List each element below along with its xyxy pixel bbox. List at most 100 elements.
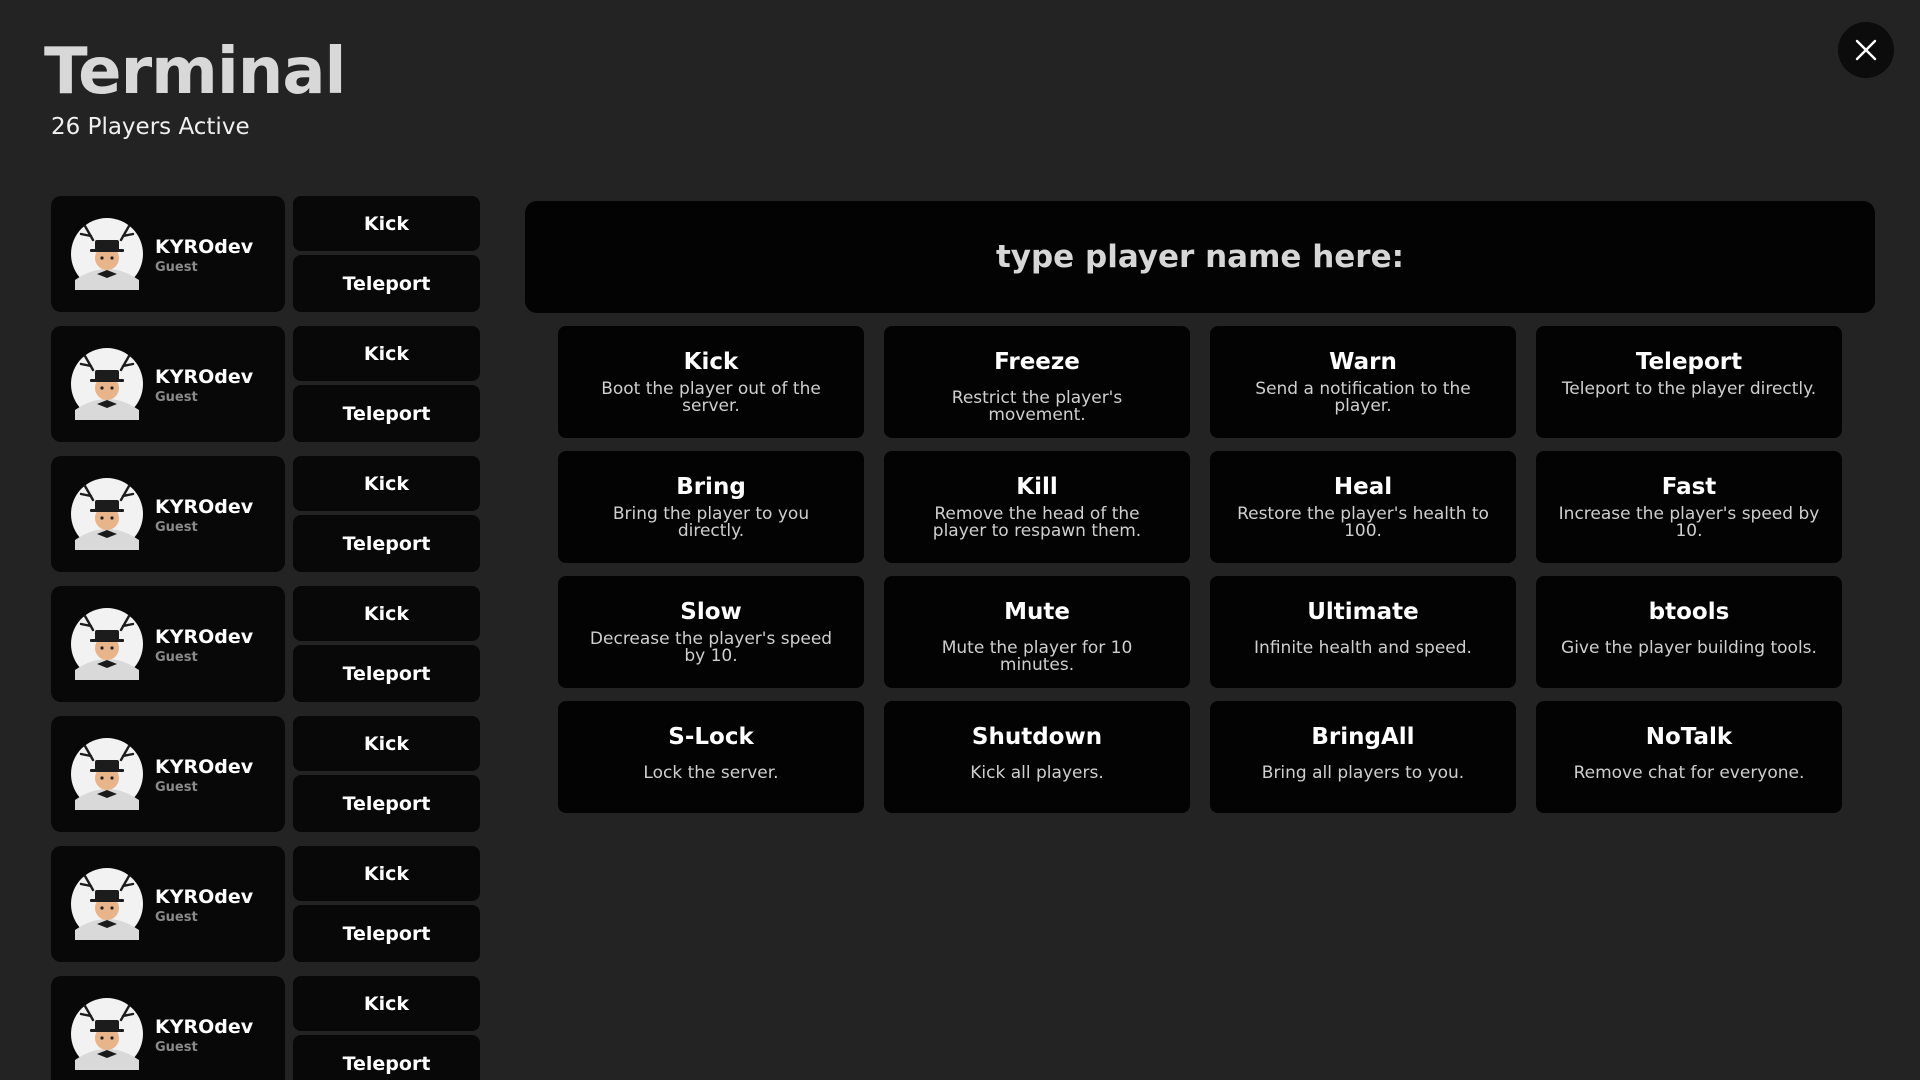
kick-button[interactable]: Kick (293, 586, 480, 641)
teleport-button[interactable]: Teleport (293, 905, 480, 962)
player-row-5: KYROdev Guest Kick Teleport (51, 846, 481, 962)
command-description: Send a notification to the player. (1255, 379, 1471, 416)
player-name: KYROdev (155, 756, 254, 778)
command-title: Kill (1016, 474, 1058, 500)
kick-button[interactable]: Kick (293, 196, 480, 251)
avatar-icon (71, 738, 143, 810)
command-card-bring[interactable]: Bring Bring the player to you directly. (558, 451, 864, 563)
kick-button[interactable]: Kick (293, 846, 480, 901)
teleport-button[interactable]: Teleport (293, 385, 480, 442)
teleport-button[interactable]: Teleport (293, 255, 480, 312)
kick-button[interactable]: Kick (293, 716, 480, 771)
teleport-button[interactable]: Teleport (293, 1035, 480, 1080)
teleport-button[interactable]: Teleport (293, 645, 480, 702)
command-description: Infinite health and speed. (1254, 638, 1472, 658)
command-title: Ultimate (1307, 599, 1419, 625)
command-description: Increase the player's speed by 10. (1558, 504, 1820, 541)
command-card-notalk[interactable]: NoTalk Remove chat for everyone. (1536, 701, 1842, 813)
player-card[interactable]: KYROdev Guest (51, 326, 285, 442)
player-card[interactable]: KYROdev Guest (51, 586, 285, 702)
command-card-btools[interactable]: btools Give the player building tools. (1536, 576, 1842, 688)
command-title: Heal (1333, 474, 1393, 500)
avatar-icon (71, 608, 143, 680)
command-description: Boot the player out of the server. (601, 379, 821, 416)
player-role: Guest (155, 780, 198, 795)
command-title: Slow (680, 599, 742, 625)
command-description: Give the player building tools. (1561, 638, 1817, 658)
command-description: Decrease the player's speed by 10. (589, 629, 833, 666)
command-title: Teleport (1635, 349, 1743, 375)
player-role: Guest (155, 650, 198, 665)
player-role: Guest (155, 520, 198, 535)
command-title: Mute (1004, 599, 1070, 625)
command-card-shutdown[interactable]: Shutdown Kick all players. (884, 701, 1190, 813)
command-card-freeze[interactable]: Freeze Restrict the player's movement. (884, 326, 1190, 438)
command-title: btools (1648, 599, 1730, 625)
command-title: Freeze (994, 349, 1080, 375)
page-title: Terminal (44, 35, 346, 109)
players-active-count: 26 Players Active (51, 114, 250, 140)
command-description: Remove chat for everyone. (1573, 763, 1805, 783)
kick-button[interactable]: Kick (293, 326, 480, 381)
command-title: Kick (683, 349, 739, 375)
terminal-panel: Terminal 26 Players Active KYROdev Guest… (0, 0, 1920, 1080)
command-card-slow[interactable]: Slow Decrease the player's speed by 10. (558, 576, 864, 688)
teleport-button[interactable]: Teleport (293, 515, 480, 572)
command-description: Teleport to the player directly. (1561, 379, 1817, 399)
player-role: Guest (155, 390, 198, 405)
command-grid: Kick Boot the player out of the server. … (558, 326, 1842, 813)
player-card[interactable]: KYROdev Guest (51, 976, 285, 1080)
player-name: KYROdev (155, 626, 254, 648)
close-icon (1855, 39, 1877, 61)
command-title: Warn (1329, 349, 1397, 375)
command-card-kill[interactable]: Kill Remove the head of the player to re… (884, 451, 1190, 563)
command-description: Bring the player to you directly. (612, 504, 810, 541)
command-card-heal[interactable]: Heal Restore the player's health to 100. (1210, 451, 1516, 563)
player-row-6: KYROdev Guest Kick Teleport (51, 976, 481, 1080)
player-role: Guest (155, 260, 198, 275)
player-row-0: KYROdev Guest Kick Teleport (51, 196, 481, 312)
player-row-2: KYROdev Guest Kick Teleport (51, 456, 481, 572)
command-description: Remove the head of the player to respawn… (932, 504, 1142, 541)
command-title: Shutdown (971, 724, 1103, 750)
command-description: Lock the server. (643, 763, 779, 783)
player-name: KYROdev (155, 496, 254, 518)
player-row-4: KYROdev Guest Kick Teleport (51, 716, 481, 832)
search-bar[interactable] (525, 201, 1875, 313)
command-card-warn[interactable]: Warn Send a notification to the player. (1210, 326, 1516, 438)
avatar-icon (71, 868, 143, 940)
command-title: Bring (676, 474, 746, 500)
command-card-kick[interactable]: Kick Boot the player out of the server. (558, 326, 864, 438)
command-title: Fast (1661, 474, 1717, 500)
command-description: Bring all players to you. (1261, 763, 1465, 783)
player-card[interactable]: KYROdev Guest (51, 196, 285, 312)
player-name: KYROdev (155, 236, 254, 258)
teleport-button[interactable]: Teleport (293, 775, 480, 832)
player-name: KYROdev (155, 1016, 254, 1038)
player-card[interactable]: KYROdev Guest (51, 716, 285, 832)
command-description: Mute the player for 10 minutes. (941, 638, 1133, 675)
avatar-icon (71, 348, 143, 420)
avatar-icon (71, 218, 143, 290)
player-card[interactable]: KYROdev Guest (51, 456, 285, 572)
avatar-icon (71, 478, 143, 550)
kick-button[interactable]: Kick (293, 456, 480, 511)
command-card-s-lock[interactable]: S-Lock Lock the server. (558, 701, 864, 813)
player-name: KYROdev (155, 366, 254, 388)
command-card-teleport[interactable]: Teleport Teleport to the player directly… (1536, 326, 1842, 438)
player-name: KYROdev (155, 886, 254, 908)
command-title: BringAll (1311, 724, 1415, 750)
command-title: S-Lock (668, 724, 754, 750)
command-card-mute[interactable]: Mute Mute the player for 10 minutes. (884, 576, 1190, 688)
kick-button[interactable]: Kick (293, 976, 480, 1031)
command-card-ultimate[interactable]: Ultimate Infinite health and speed. (1210, 576, 1516, 688)
avatar-icon (71, 998, 143, 1070)
player-name-input[interactable] (525, 201, 1875, 313)
command-card-fast[interactable]: Fast Increase the player's speed by 10. (1536, 451, 1842, 563)
close-button[interactable] (1838, 22, 1894, 78)
player-row-3: KYROdev Guest Kick Teleport (51, 586, 481, 702)
player-card[interactable]: KYROdev Guest (51, 846, 285, 962)
player-row-1: KYROdev Guest Kick Teleport (51, 326, 481, 442)
command-card-bringall[interactable]: BringAll Bring all players to you. (1210, 701, 1516, 813)
player-role: Guest (155, 910, 198, 925)
